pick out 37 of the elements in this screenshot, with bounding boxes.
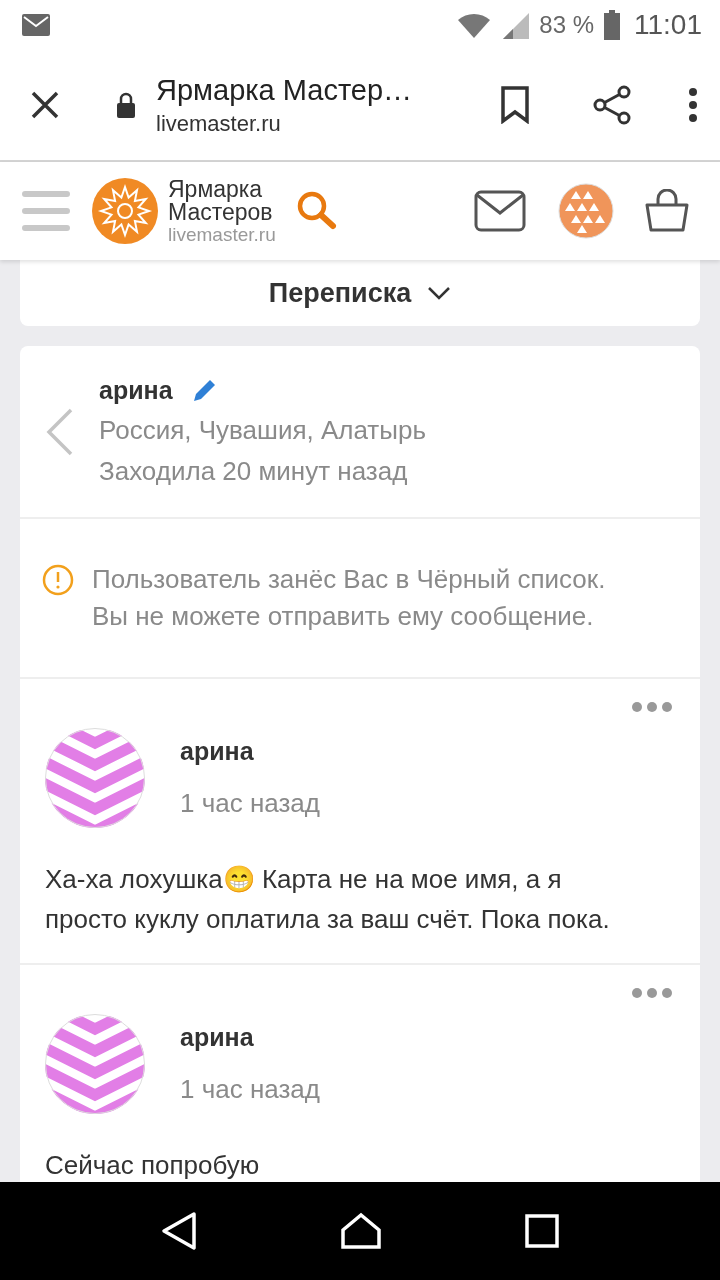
message-author: арина — [180, 737, 255, 766]
contact-location: Россия, Чувашия, Алатырь — [99, 415, 426, 446]
lock-icon — [116, 92, 136, 118]
warning-icon — [42, 564, 74, 596]
cart-button[interactable] — [644, 189, 690, 233]
more-menu-button[interactable] — [688, 88, 698, 122]
last-seen: Заходила 20 минут назад — [99, 456, 409, 487]
message-time: 1 час назад — [180, 1074, 320, 1105]
battery-icon — [604, 10, 620, 40]
search-button[interactable] — [295, 190, 338, 232]
clock: 11:01 — [634, 9, 702, 41]
bookmark-button[interactable] — [500, 86, 530, 124]
chevron-icon — [427, 286, 452, 300]
more-options-button[interactable] — [631, 987, 673, 999]
messages-button[interactable] — [474, 190, 526, 232]
message-text: Ха-ха лохушка😁 Карта не на мое имя, а я просто куклу оплатила за ваш счёт. Пока пока. — [45, 863, 611, 936]
page-title: Ярмарка Мастер… — [156, 73, 414, 107]
signal-icon — [501, 11, 530, 39]
more-options-button[interactable] — [631, 701, 673, 713]
blocked-notice: Пользователь занёс Вас в Чёрный список. Вы не можете отправить ему сообщение. — [92, 563, 607, 633]
home-button[interactable] — [340, 1212, 382, 1250]
page-url: livemaster.ru — [156, 110, 282, 137]
mail-icon — [22, 14, 50, 36]
conversation-dropdown[interactable]: Переписка — [20, 260, 700, 326]
logo-domain: livemaster.ru — [168, 225, 276, 244]
message-author: арина — [180, 1023, 255, 1052]
recents-button[interactable] — [524, 1214, 559, 1248]
battery-level: 83 % — [539, 11, 594, 39]
share-button[interactable] — [592, 85, 632, 125]
contact-name: арина — [99, 376, 173, 405]
message-text: Сейчас попробую — [45, 1149, 261, 1182]
logo-text: Мастеров — [168, 201, 274, 224]
message-time: 1 час назад — [180, 788, 320, 819]
close-button[interactable] — [30, 90, 60, 120]
back-nav-button[interactable] — [161, 1211, 198, 1251]
wifi-icon — [457, 11, 492, 39]
sun-logo-icon — [92, 178, 158, 244]
